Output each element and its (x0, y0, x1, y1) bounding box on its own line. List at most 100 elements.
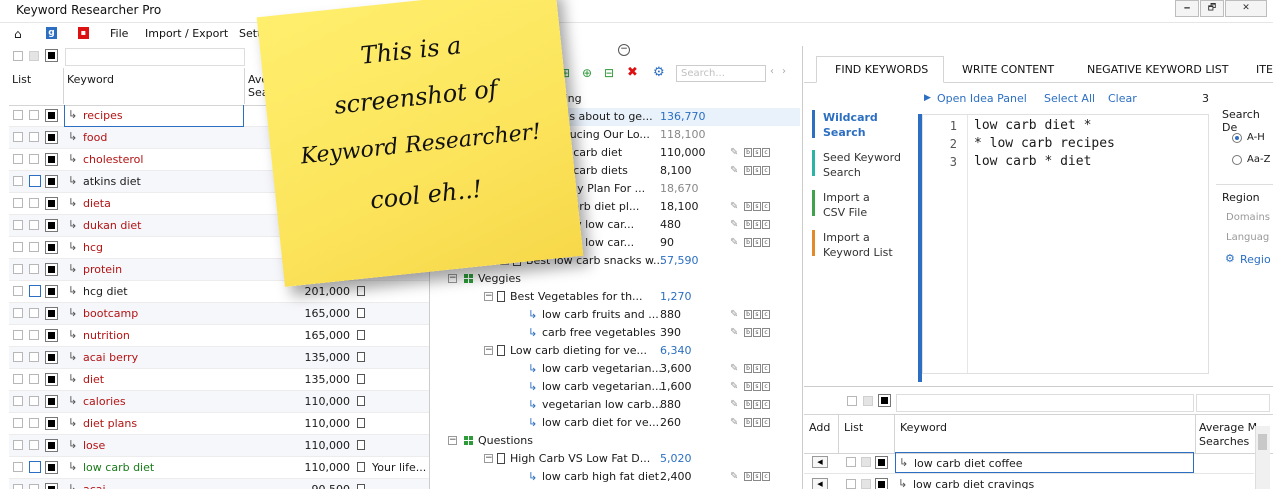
row-select-checkbox[interactable] (13, 308, 23, 318)
bing-icon[interactable]: b (744, 382, 752, 391)
wildcard-editor[interactable]: 1 low carb diet * 2 * low carb recipes 3 low … (922, 114, 1209, 374)
row-checkbox[interactable] (29, 110, 39, 120)
col-list[interactable]: List (9, 68, 64, 104)
delete-icon[interactable]: ✖ (627, 65, 638, 80)
keyword-cell[interactable]: ↳ diet (65, 369, 243, 390)
collapse-panel-icon[interactable]: − (618, 44, 630, 56)
pencil-icon[interactable]: ✎ (730, 328, 739, 338)
row-color-box[interactable] (45, 439, 58, 452)
tree-keyword[interactable]: ↳ low carb vegetarian... 3,600 ✎ b s c (430, 360, 800, 378)
close-button[interactable]: ✕ (1225, 0, 1267, 17)
keyword-cell[interactable]: ↳ nutrition (65, 325, 243, 346)
document-icon[interactable] (357, 440, 365, 450)
row-checkbox-blue[interactable] (29, 461, 41, 473)
collapse-toggle-icon[interactable]: − (484, 292, 493, 301)
row-checkbox[interactable] (29, 198, 39, 208)
tree-article[interactable]: − Low carb dieting for ve... 6,340 (430, 342, 800, 360)
region-gear-icon[interactable]: ⚙ (1225, 252, 1235, 265)
keyword-cell[interactable]: ↳ recipes (64, 105, 244, 127)
bing-icon[interactable]: b (744, 166, 752, 175)
keyword-cell[interactable]: ↳ diet plans (65, 413, 243, 434)
keyword-cell[interactable]: ↳ low carb diet (65, 457, 243, 478)
row-color-box[interactable] (45, 263, 58, 276)
row-select-checkbox[interactable] (13, 374, 23, 384)
copy-icon[interactable]: c (762, 400, 770, 409)
tab-find-keywords[interactable]: FIND KEYWORDS (835, 63, 928, 76)
row-checkbox[interactable] (29, 220, 39, 230)
row-checkbox[interactable] (846, 457, 856, 467)
document-icon[interactable] (357, 374, 365, 384)
table-row[interactable]: ↳ acai berry 135,000 (9, 347, 429, 369)
col-list-bottom[interactable]: List (844, 421, 863, 434)
keyword-cell[interactable]: ↳ dieta (65, 193, 243, 214)
row-checkbox-blue[interactable] (29, 285, 41, 297)
search-icon[interactable]: s (753, 220, 761, 229)
row-checkbox[interactable] (29, 484, 39, 489)
row-checkbox[interactable] (29, 396, 39, 406)
bottom-scrollbar[interactable] (1255, 426, 1270, 489)
filter-checkbox-plain[interactable] (13, 51, 23, 61)
col-searches-bottom[interactable]: Searches (1199, 435, 1249, 448)
row-checkbox[interactable] (29, 418, 39, 428)
copy-icon[interactable]: c (762, 418, 770, 427)
bing-icon[interactable]: b (744, 400, 752, 409)
region-link[interactable]: Regio (1240, 253, 1271, 266)
home-icon[interactable]: ⌂ (14, 27, 22, 41)
keyword-cell[interactable]: ↳ hcg diet (65, 281, 243, 302)
search-icon[interactable]: s (753, 166, 761, 175)
row-checkbox[interactable] (29, 264, 39, 274)
row-color-box[interactable] (45, 329, 58, 342)
row-select-checkbox[interactable] (13, 110, 23, 120)
row-select-checkbox[interactable] (13, 418, 23, 428)
filter-checkbox-black[interactable] (45, 49, 58, 62)
bottom-filter-plain[interactable] (847, 396, 857, 406)
gear-icon[interactable]: ⚙ (653, 65, 665, 80)
collapse-toggle-icon[interactable]: − (448, 436, 457, 445)
row-color-box[interactable] (875, 456, 888, 469)
copy-icon[interactable]: c (762, 148, 770, 157)
document-icon[interactable] (357, 330, 365, 340)
search-icon[interactable]: s (753, 418, 761, 427)
tree-keyword[interactable]: ↳ vegetarian low carb... 880 ✎ b s c (430, 396, 800, 414)
row-checkbox-blue[interactable] (29, 175, 41, 187)
row-color-box[interactable] (875, 478, 888, 489)
row-select-checkbox[interactable] (13, 176, 23, 186)
bing-icon[interactable]: b (744, 472, 752, 481)
collapse-toggle-icon[interactable]: − (448, 274, 457, 283)
document-icon[interactable] (357, 396, 365, 406)
menu-import-export[interactable]: Import / Export (145, 27, 228, 40)
add-keyword-icon[interactable]: ⊟ (604, 66, 614, 80)
copy-icon[interactable]: c (762, 166, 770, 175)
row-checkbox[interactable] (29, 330, 39, 340)
add-keyword-button[interactable]: ◀ (812, 456, 828, 468)
table-row[interactable]: ↳ diet 135,000 (9, 369, 429, 391)
row-checkbox[interactable] (29, 374, 39, 384)
copy-icon[interactable]: c (762, 364, 770, 373)
filter-checkbox-grey[interactable] (29, 51, 39, 61)
row-select-checkbox[interactable] (13, 264, 23, 274)
keyword-cell[interactable]: ↳ food (65, 127, 243, 148)
table-row[interactable]: ◀ ↳ low carb diet coffee (804, 452, 1254, 474)
row-select-checkbox[interactable] (13, 330, 23, 340)
col-average-bottom[interactable]: Average M (1199, 421, 1257, 434)
row-color-box[interactable] (45, 219, 58, 232)
keyword-cell[interactable]: ↳ acai (65, 479, 243, 489)
pencil-icon[interactable]: ✎ (730, 166, 739, 176)
row-select-checkbox[interactable] (13, 154, 23, 164)
pencil-icon[interactable]: ✎ (730, 310, 739, 320)
document-icon[interactable] (357, 418, 365, 428)
keyword-cell[interactable]: ↳ calories (65, 391, 243, 412)
table-row[interactable]: ↳ lose 110,000 (9, 435, 429, 457)
row-color-box[interactable] (45, 417, 58, 430)
copy-icon[interactable]: c (762, 328, 770, 337)
pencil-icon[interactable]: ✎ (730, 364, 739, 374)
table-row[interactable]: ↳ acai 90,500 (9, 479, 429, 489)
keyword-cell[interactable]: ↳ low carb diet coffee (895, 452, 1194, 473)
bing-icon[interactable]: b (744, 148, 752, 157)
search-icon[interactable]: s (753, 310, 761, 319)
row-color-box[interactable] (45, 241, 58, 254)
bing-icon[interactable]: b (744, 220, 752, 229)
row-select-checkbox[interactable] (13, 396, 23, 406)
maximize-button[interactable]: 🗗 (1200, 0, 1224, 17)
prev-arrow-icon[interactable]: ‹ (770, 66, 774, 77)
